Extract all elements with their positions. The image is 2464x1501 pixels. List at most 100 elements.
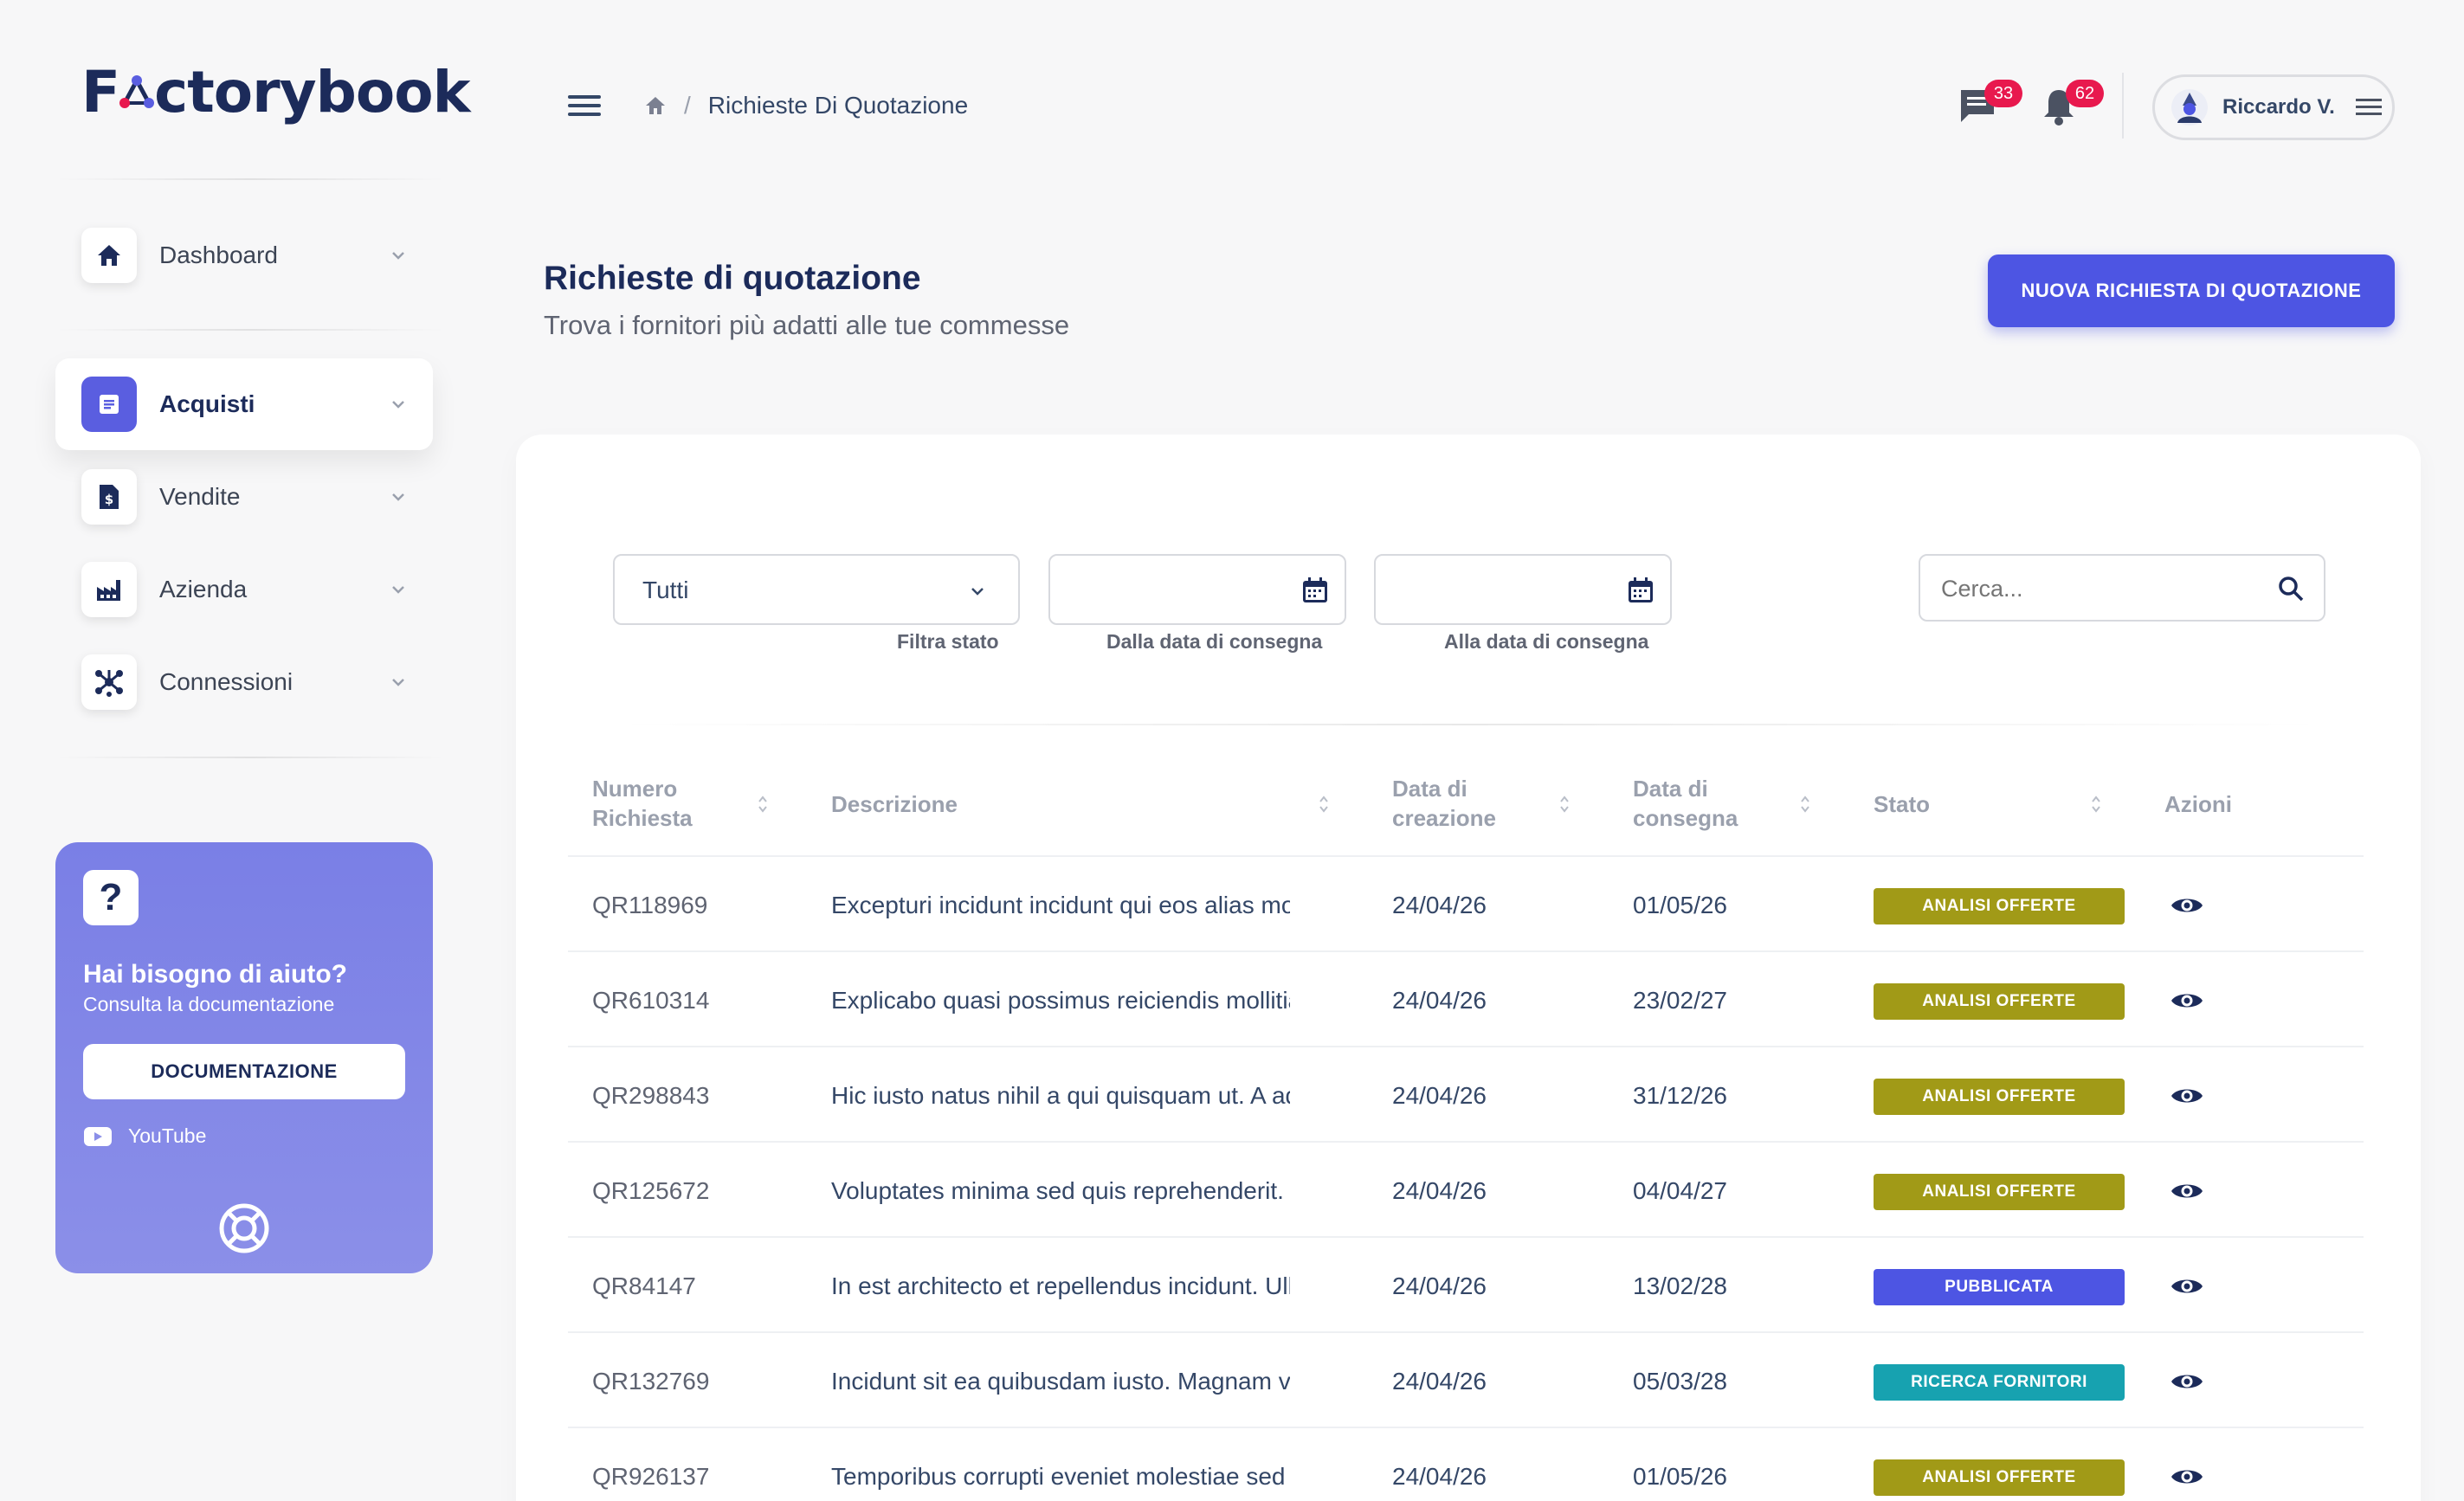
creation-date: 24/04/26 bbox=[1392, 1368, 1487, 1395]
sort-icon[interactable] bbox=[1558, 795, 1571, 814]
sidebar-item-azienda[interactable]: Azienda bbox=[55, 544, 433, 635]
invoice-icon: $ bbox=[81, 469, 137, 525]
table-row: QR118969 Excepturi incidunt incidunt qui … bbox=[568, 855, 2364, 950]
sidebar-divider bbox=[55, 329, 445, 331]
breadcrumb: / Richieste Di Quotazione bbox=[568, 92, 968, 119]
view-icon[interactable] bbox=[2170, 989, 2204, 1013]
sort-icon[interactable] bbox=[1799, 795, 1811, 814]
status-badge: RICERCA FORNITORI bbox=[1874, 1364, 2125, 1401]
header-text: Data di bbox=[1633, 776, 1708, 802]
calendar-icon[interactable] bbox=[1301, 577, 1329, 604]
status-badge: ANALISI OFFERTE bbox=[1874, 1459, 2125, 1496]
new-quotation-request-button[interactable]: NUOVA RICHIESTA DI QUOTAZIONE bbox=[1988, 254, 2395, 327]
sidebar-divider bbox=[55, 178, 445, 180]
filters-divider bbox=[613, 724, 2327, 725]
header-text: Richiesta bbox=[592, 805, 693, 831]
creation-date: 24/04/26 bbox=[1392, 1272, 1487, 1299]
view-icon[interactable] bbox=[2170, 1084, 2204, 1108]
status-badge: ANALISI OFFERTE bbox=[1874, 888, 2125, 924]
sort-icon[interactable] bbox=[757, 795, 769, 814]
youtube-icon bbox=[84, 1126, 112, 1146]
request-number: QR132769 bbox=[592, 1368, 710, 1395]
delivery-date: 01/05/26 bbox=[1633, 1463, 1727, 1490]
sidebar-item-acquisti[interactable]: Acquisti bbox=[55, 358, 433, 450]
request-description: Explicabo quasi possimus reiciendis moll… bbox=[831, 987, 1290, 1014]
help-card: ? Hai bisogno di aiuto? Consulta la docu… bbox=[55, 842, 433, 1273]
search-box[interactable] bbox=[1919, 554, 2325, 622]
header-divider bbox=[2122, 73, 2124, 139]
from-date-input[interactable] bbox=[1048, 554, 1346, 625]
view-icon[interactable] bbox=[2170, 1179, 2204, 1203]
documentation-button[interactable]: DOCUMENTAZIONE bbox=[83, 1044, 405, 1099]
column-header-creazione[interactable]: Data di creazione bbox=[1392, 774, 1496, 833]
sidebar-item-label: Vendite bbox=[159, 483, 241, 510]
app-logo[interactable]: Fctorybook bbox=[81, 59, 471, 126]
view-icon[interactable] bbox=[2170, 1274, 2204, 1298]
help-subtitle: Consulta la documentazione bbox=[83, 993, 335, 1015]
sort-icon[interactable] bbox=[1318, 795, 1330, 814]
header-text: creazione bbox=[1392, 805, 1496, 831]
chevron-down-icon bbox=[392, 401, 404, 409]
breadcrumb-separator: / bbox=[684, 92, 691, 119]
request-number: QR84147 bbox=[592, 1272, 696, 1299]
column-header-consegna[interactable]: Data di consegna bbox=[1633, 774, 1738, 833]
youtube-link[interactable]: YouTube bbox=[83, 1124, 206, 1148]
header-text: Data di bbox=[1392, 776, 1467, 802]
calendar-icon[interactable] bbox=[1627, 577, 1654, 604]
table-row: QR926137 Temporibus corrupti eveniet mole… bbox=[568, 1427, 2364, 1501]
status-filter-label: Filtra stato bbox=[897, 630, 999, 653]
avatar bbox=[2171, 89, 2208, 126]
status-badge: ANALISI OFFERTE bbox=[1874, 983, 2125, 1020]
creation-date: 24/04/26 bbox=[1392, 1177, 1487, 1204]
sidebar-item-vendite[interactable]: $ Vendite bbox=[55, 451, 433, 543]
from-date-label: Dalla data di consegna bbox=[1106, 630, 1323, 653]
request-description: Hic iusto natus nihil a qui quisquam ut.… bbox=[831, 1082, 1290, 1109]
youtube-label: YouTube bbox=[128, 1124, 207, 1147]
creation-date: 24/04/26 bbox=[1392, 1463, 1487, 1490]
view-icon[interactable] bbox=[2170, 1465, 2204, 1489]
column-header-numero[interactable]: Numero Richiesta bbox=[592, 774, 693, 833]
search-icon[interactable] bbox=[2277, 575, 2305, 602]
request-description: Voluptates minima sed quis reprehenderit… bbox=[831, 1177, 1290, 1204]
to-date-input[interactable] bbox=[1374, 554, 1672, 625]
request-number: QR610314 bbox=[592, 987, 710, 1014]
network-icon bbox=[81, 654, 137, 710]
messages-button[interactable]: 33 bbox=[1958, 80, 2022, 130]
svg-text:$: $ bbox=[105, 492, 113, 507]
status-filter-value: Tutti bbox=[642, 577, 689, 603]
table-row: QR84147 In est architecto et repellendus … bbox=[568, 1236, 2364, 1331]
search-input[interactable] bbox=[1941, 570, 2270, 608]
sidebar-item-label: Dashboard bbox=[159, 242, 278, 268]
request-number: QR125672 bbox=[592, 1177, 710, 1204]
sidebar-item-connessioni[interactable]: Connessioni bbox=[55, 636, 433, 728]
hamburger-icon bbox=[2355, 99, 2382, 115]
request-number: QR926137 bbox=[592, 1463, 710, 1490]
creation-date: 24/04/26 bbox=[1392, 892, 1487, 918]
user-name: Riccardo V. bbox=[2222, 95, 2335, 119]
menu-icon[interactable] bbox=[568, 93, 601, 119]
request-description: Incidunt sit ea quibusdam iusto. Magnam … bbox=[831, 1368, 1290, 1395]
page-subtitle: Trova i fornitori più adatti alle tue co… bbox=[544, 310, 1070, 340]
creation-date: 24/04/26 bbox=[1392, 987, 1487, 1014]
question-icon: ? bbox=[83, 870, 139, 925]
chevron-down-icon bbox=[392, 586, 404, 594]
user-menu[interactable]: Riccardo V. bbox=[2152, 74, 2395, 140]
request-description: Excepturi incidunt incidunt qui eos alia… bbox=[831, 892, 1290, 918]
home-icon[interactable] bbox=[644, 95, 667, 116]
chevron-down-icon bbox=[392, 493, 404, 501]
sort-icon[interactable] bbox=[2090, 795, 2102, 814]
header-text: Numero bbox=[592, 776, 678, 802]
column-header-azioni: Azioni bbox=[2164, 791, 2232, 817]
sidebar-item-dashboard[interactable]: Dashboard bbox=[55, 209, 433, 301]
column-header-stato[interactable]: Stato bbox=[1874, 789, 1930, 819]
delivery-date: 01/05/26 bbox=[1633, 892, 1727, 918]
view-icon[interactable] bbox=[2170, 893, 2204, 918]
logo-mark-icon bbox=[119, 61, 155, 108]
to-date-label: Alla data di consegna bbox=[1444, 630, 1649, 653]
lifebuoy-icon[interactable] bbox=[216, 1201, 272, 1256]
status-filter-select[interactable]: Tutti bbox=[613, 554, 1020, 625]
notifications-button[interactable]: 62 bbox=[2042, 80, 2104, 130]
table-row: QR610314 Explicabo quasi possimus reicien… bbox=[568, 950, 2364, 1046]
view-icon[interactable] bbox=[2170, 1369, 2204, 1394]
column-header-descrizione[interactable]: Descrizione bbox=[831, 789, 958, 819]
